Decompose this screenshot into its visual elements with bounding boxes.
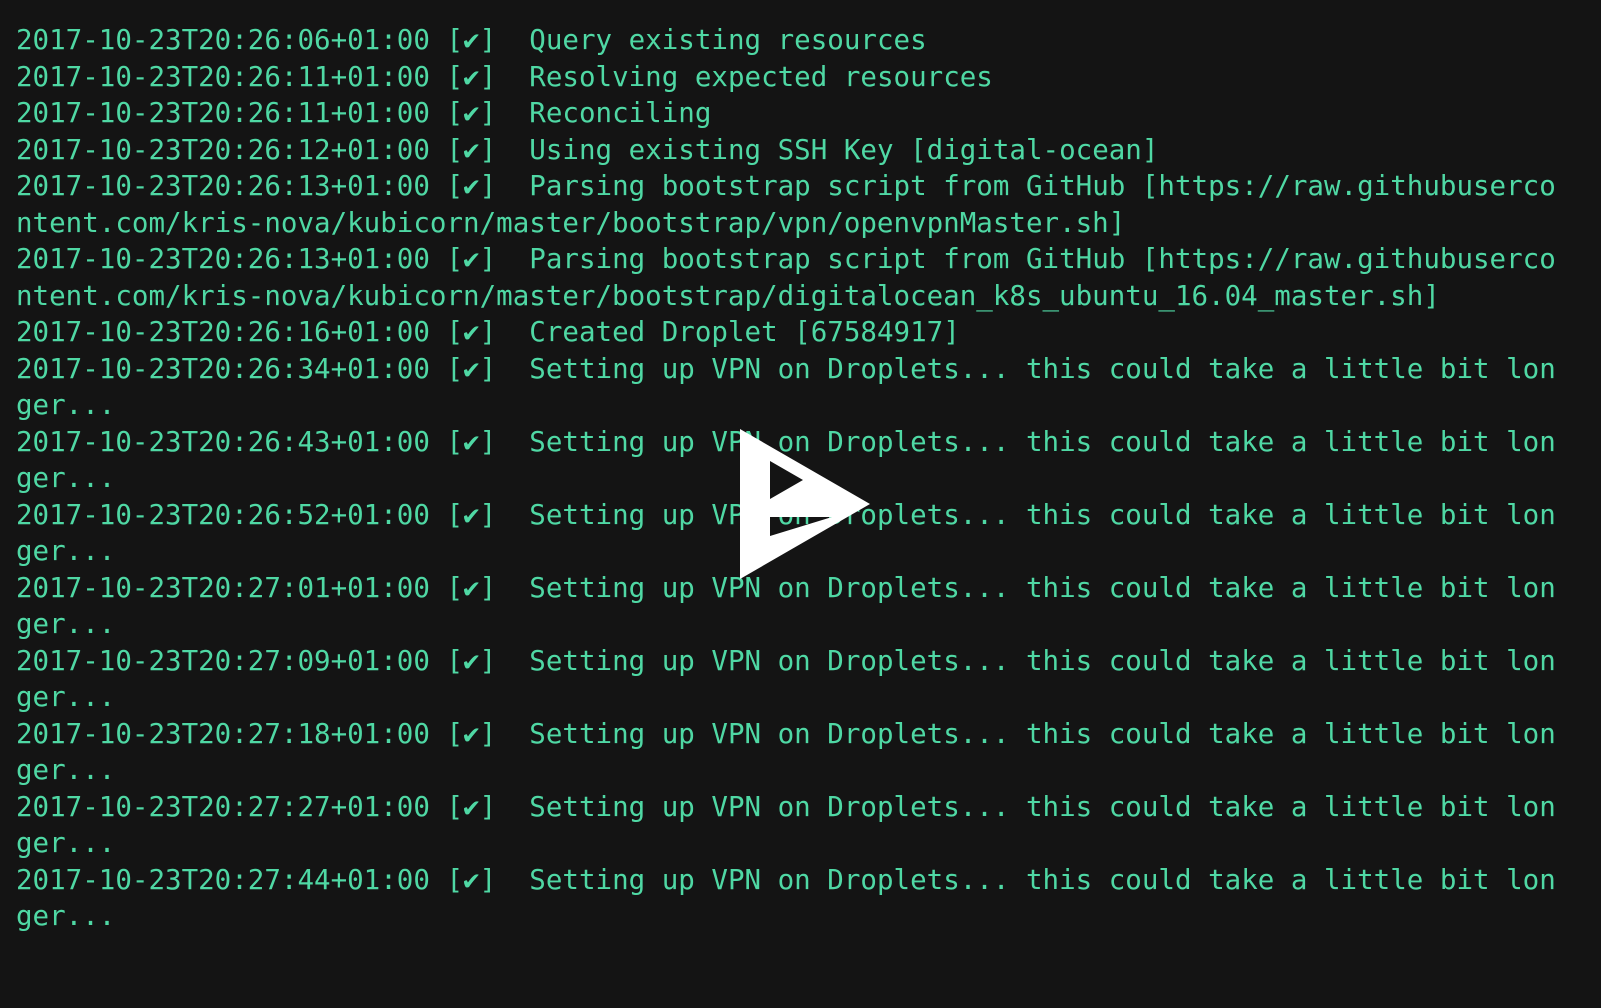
asciinema-player[interactable]: 2017-10-23T20:26:06+01:00 [✔] Query exis… (0, 0, 1601, 1008)
play-button[interactable] (0, 0, 1601, 1008)
asciinema-play-icon[interactable] (739, 429, 870, 579)
